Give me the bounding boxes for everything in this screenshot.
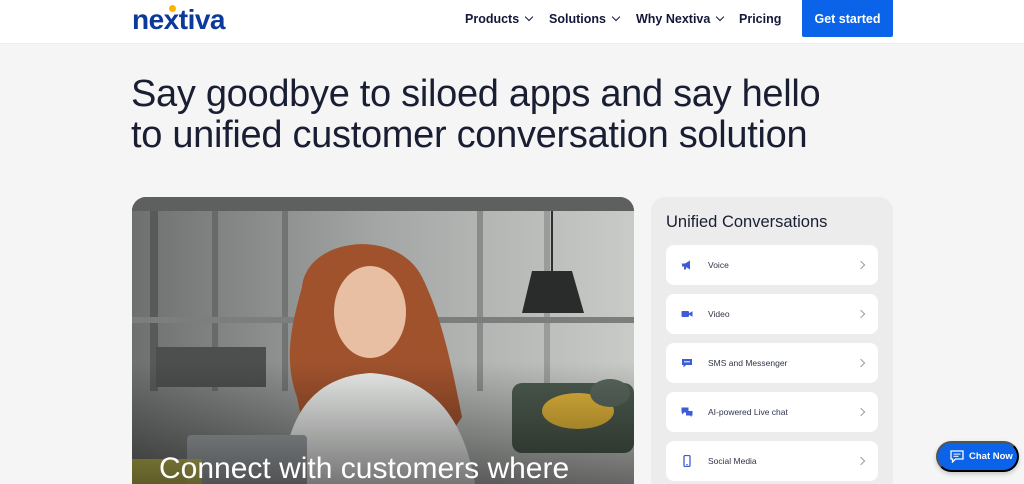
- headline-line-2: to unified customer conversation solutio…: [131, 114, 808, 156]
- chevron-right-icon: [856, 407, 866, 417]
- nav-item-products-label: Products: [465, 11, 520, 26]
- mobile-phone-icon: [679, 453, 695, 469]
- logo-wordmark: nextiva: [132, 4, 226, 35]
- hero-image: Connect with customers where: [132, 197, 634, 484]
- nextiva-logo[interactable]: nextiva: [132, 4, 242, 36]
- get-started-button[interactable]: Get started: [802, 0, 893, 37]
- headline-line-1: Say goodbye to siloed apps and say hello: [131, 73, 821, 115]
- conversation-item-label: SMS and Messenger: [708, 358, 788, 368]
- megaphone-icon: [679, 257, 695, 273]
- conversation-item-label: Social Media: [708, 456, 757, 466]
- chat-now-label: Chat Now: [969, 451, 1013, 462]
- chevron-right-icon: [856, 456, 866, 466]
- conversation-item-voice[interactable]: Voice: [666, 245, 878, 285]
- panel-title: Unified Conversations: [666, 213, 828, 231]
- hero-caption: Connect with customers where: [159, 452, 570, 484]
- top-navigation-bar: nextiva Products Solutions Why Nextiva P…: [0, 0, 1024, 44]
- chevron-down-icon: [611, 12, 621, 21]
- chevron-down-icon: [716, 12, 725, 21]
- chevron-right-icon: [856, 309, 866, 319]
- chat-now-button[interactable]: Chat Now: [936, 441, 1019, 472]
- nav-item-why-nextiva[interactable]: Why Nextiva: [636, 0, 725, 37]
- conversation-item-sms-messenger[interactable]: SMS and Messenger: [666, 343, 878, 383]
- conversation-item-label: AI-powered Live chat: [708, 407, 788, 417]
- hero-photo-illustration: [132, 197, 634, 484]
- conversation-item-label: Video: [708, 309, 730, 319]
- chat-icon: [950, 450, 964, 463]
- nav-item-pricing[interactable]: Pricing: [739, 0, 781, 37]
- page-headline: Say goodbye to siloed apps and say hello…: [131, 74, 891, 156]
- chevron-down-icon: [524, 12, 534, 21]
- nav-item-solutions[interactable]: Solutions: [549, 0, 621, 37]
- conversation-item-live-chat[interactable]: AI-powered Live chat: [666, 392, 878, 432]
- conversation-item-video[interactable]: Video: [666, 294, 878, 334]
- conversation-item-social-media[interactable]: Social Media: [666, 441, 878, 481]
- conversation-item-label: Voice: [708, 260, 729, 270]
- chat-bubbles-icon: [679, 404, 695, 420]
- unified-conversations-panel: Unified Conversations Voice Video SMS an…: [651, 197, 893, 484]
- logo-dot: [169, 5, 176, 12]
- nav-item-products[interactable]: Products: [465, 0, 534, 37]
- nav-item-why-nextiva-label: Why Nextiva: [636, 11, 711, 26]
- nav-item-pricing-label: Pricing: [739, 11, 782, 26]
- message-bubble-icon: [679, 355, 695, 371]
- video-camera-icon: [679, 306, 695, 322]
- chevron-right-icon: [856, 260, 866, 270]
- chevron-right-icon: [856, 358, 866, 368]
- nav-item-solutions-label: Solutions: [549, 11, 606, 26]
